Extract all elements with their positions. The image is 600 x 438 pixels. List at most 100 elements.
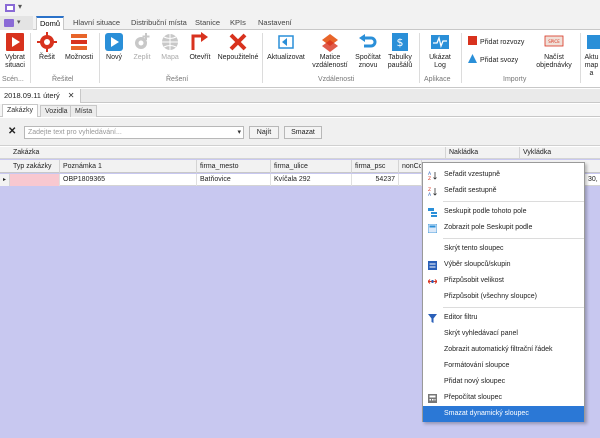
- tab-kpis[interactable]: KPIs: [227, 16, 249, 30]
- cell-firma-mesto[interactable]: Batňovice: [197, 174, 271, 186]
- svg-text:SPICE: SPICE: [548, 39, 560, 44]
- solve-button[interactable]: Řešit: [35, 32, 59, 62]
- column-header-noncon[interactable]: nonCon...: [399, 160, 422, 173]
- group-separator: [419, 33, 420, 83]
- column-context-menu: AZ Seřadit vzestupně ZA Seřadit sestupně…: [422, 162, 585, 422]
- column-header-poznamka[interactable]: Poznámka 1: [60, 160, 197, 173]
- new-button[interactable]: Nový: [103, 32, 125, 62]
- menu-item-show-group-panel[interactable]: Zobrazit pole Seskupit podle: [423, 220, 584, 236]
- menu-item-best-fit-all[interactable]: Přizpůsobit (všechny sloupce): [423, 289, 584, 305]
- zeplit-label: Zeplit: [133, 54, 151, 61]
- recalculate-icon: [428, 394, 437, 403]
- map-button[interactable]: Mapa: [158, 32, 182, 62]
- group-panel-icon: [428, 224, 437, 233]
- menu-item-show-auto-filter-row[interactable]: Zobrazit automatický filtrační řádek: [423, 342, 584, 358]
- clear-button[interactable]: Smazat: [284, 126, 322, 139]
- app-icon: [5, 4, 15, 12]
- open-label: Otevřít: [189, 54, 211, 61]
- menu-item-sort-ascending[interactable]: AZ Seřadit vzestupně: [423, 167, 584, 183]
- close-search-icon[interactable]: ✕: [8, 126, 16, 137]
- menu-item-hide-column[interactable]: Skrýt tento sloupec: [423, 241, 584, 257]
- add-pickups-button[interactable]: Přidat svozy: [468, 54, 518, 66]
- options-label: Možnosti: [64, 54, 93, 61]
- zeplit-button[interactable]: Zeplit: [129, 32, 155, 62]
- band-vykladka[interactable]: Vykládka: [520, 147, 600, 159]
- load-orders-button[interactable]: SPICE Načíst objednávky: [534, 32, 574, 70]
- band-header-row: Zakázka Nakládka Vykládka: [0, 147, 600, 159]
- open-arrow-icon: [191, 32, 208, 50]
- menu-item-best-fit[interactable]: Přizpůsobit velikost: [423, 273, 584, 289]
- menu-item-column-chooser[interactable]: Výběr sloupců/skupin: [423, 257, 584, 273]
- cell-typ-zakazky[interactable]: [10, 174, 60, 186]
- gear-icon: [37, 32, 57, 52]
- add-deliveries-button[interactable]: Přidat rozvozy: [468, 36, 524, 48]
- cell-poznamka[interactable]: OBP1809365: [60, 174, 197, 186]
- menu-item-add-new-column[interactable]: Přidat nový sloupec: [423, 374, 584, 390]
- search-input[interactable]: Zadejte text pro vyhledávání... ▾: [24, 126, 244, 139]
- inner-tab-bar: Zakázky Vozidla Místa: [0, 104, 600, 117]
- quick-access-dropdown-icon[interactable]: ▾: [18, 2, 22, 11]
- tab-distribucni-mista[interactable]: Distribuční místa: [128, 16, 190, 30]
- document-tab[interactable]: 2018.09.11 úterý ✕: [0, 89, 82, 103]
- menu-item-sort-descending[interactable]: ZA Seřadit sestupně: [423, 183, 584, 199]
- menu-item-hide-search-panel[interactable]: Skrýt vyhledávací panel: [423, 326, 584, 342]
- tab-vozidla[interactable]: Vozidla: [40, 105, 73, 117]
- refresh-arrow-icon: [278, 35, 294, 49]
- application-menu-button[interactable]: ▾: [0, 16, 33, 30]
- options-button[interactable]: Možnosti: [63, 32, 95, 62]
- column-header-typ-zakazky[interactable]: Typ zakázky: [10, 160, 60, 173]
- tab-stanice[interactable]: Stanice: [192, 16, 223, 30]
- tab-mista[interactable]: Místa: [70, 105, 98, 117]
- group-label-reseni: Řešení: [166, 76, 189, 83]
- select-situation-button[interactable]: Vybrat situaci: [2, 32, 28, 70]
- column-header-firma-psc[interactable]: firma_psc: [352, 160, 399, 173]
- new-label: Nový: [106, 54, 122, 61]
- group-separator: [30, 33, 31, 83]
- import-orders-icon: SPICE: [544, 35, 564, 47]
- flat-rate-tables-button[interactable]: $ Tabulky paušálů: [385, 32, 415, 70]
- cell-noncon[interactable]: [399, 174, 422, 186]
- tab-zakazky[interactable]: Zakázky: [2, 104, 39, 117]
- distance-matrix-button[interactable]: Matice vzdáleností: [310, 32, 350, 70]
- refresh-button[interactable]: Aktualizovat: [266, 32, 306, 62]
- unusable-button[interactable]: Nepoužitelné: [216, 32, 260, 62]
- blue-triangle-icon: [468, 54, 477, 63]
- cell-firma-psc[interactable]: 54237: [352, 174, 399, 186]
- menu-item-recalculate-column[interactable]: Přepočítat sloupec: [423, 390, 584, 406]
- column-header-firma-ulice[interactable]: firma_ulice: [271, 160, 352, 173]
- menu-separator: [443, 201, 584, 202]
- menu-item-column-formatting[interactable]: Formátování sloupce: [423, 358, 584, 374]
- close-icon[interactable]: ✕: [68, 91, 75, 100]
- document-tab-strip: 2018.09.11 úterý ✕: [0, 89, 600, 103]
- tab-domu[interactable]: Domů: [36, 16, 65, 31]
- column-chooser-icon: [428, 261, 437, 270]
- matrix-icon: [322, 34, 338, 52]
- group-separator: [580, 33, 581, 83]
- svg-text:Z: Z: [428, 176, 431, 180]
- search-placeholder: Zadejte text pro vyhledávání...: [28, 129, 122, 136]
- globe-icon: [162, 34, 178, 50]
- sort-ascending-icon: AZ: [428, 171, 437, 180]
- tab-nastaveni[interactable]: Nastavení: [255, 16, 295, 30]
- menu-item-group-by-field[interactable]: Seskupit podle tohoto pole: [423, 204, 584, 220]
- band-nakladka[interactable]: Nakládka: [446, 147, 520, 159]
- ribbon-tab-bar: ▾ Domů Hlavní situace Distribuční místa …: [0, 16, 600, 31]
- band-zakazka[interactable]: Zakázka: [10, 147, 446, 159]
- menu-item-delete-dynamic-column[interactable]: Smazat dynamický sloupec: [423, 406, 584, 422]
- find-button[interactable]: Najít: [249, 126, 279, 139]
- column-header-firma-mesto[interactable]: firma_mesto: [197, 160, 271, 173]
- cell-vykladka-overflow[interactable]: 30, 5: [585, 174, 600, 186]
- update-map-button[interactable]: Aktu map a: [583, 32, 600, 78]
- chevron-down-icon[interactable]: ▾: [237, 127, 241, 138]
- distance-matrix-label: Matice vzdáleností: [312, 54, 348, 69]
- show-log-button[interactable]: Ukázat Log: [423, 32, 457, 70]
- recalculate-label: Spočítat znovu: [355, 54, 381, 69]
- dollar-table-icon: $: [392, 33, 408, 51]
- recalculate-button[interactable]: Spočítat znovu: [353, 32, 383, 70]
- cell-firma-ulice[interactable]: Kvíčala 292: [271, 174, 352, 186]
- menu-item-filter-editor[interactable]: Editor filtru: [423, 310, 584, 326]
- group-label-aplikace: Aplikace: [424, 76, 451, 83]
- tab-hlavni-situace[interactable]: Hlavní situace: [70, 16, 123, 30]
- log-chart-icon: [431, 35, 449, 49]
- open-button[interactable]: Otevřít: [186, 32, 214, 62]
